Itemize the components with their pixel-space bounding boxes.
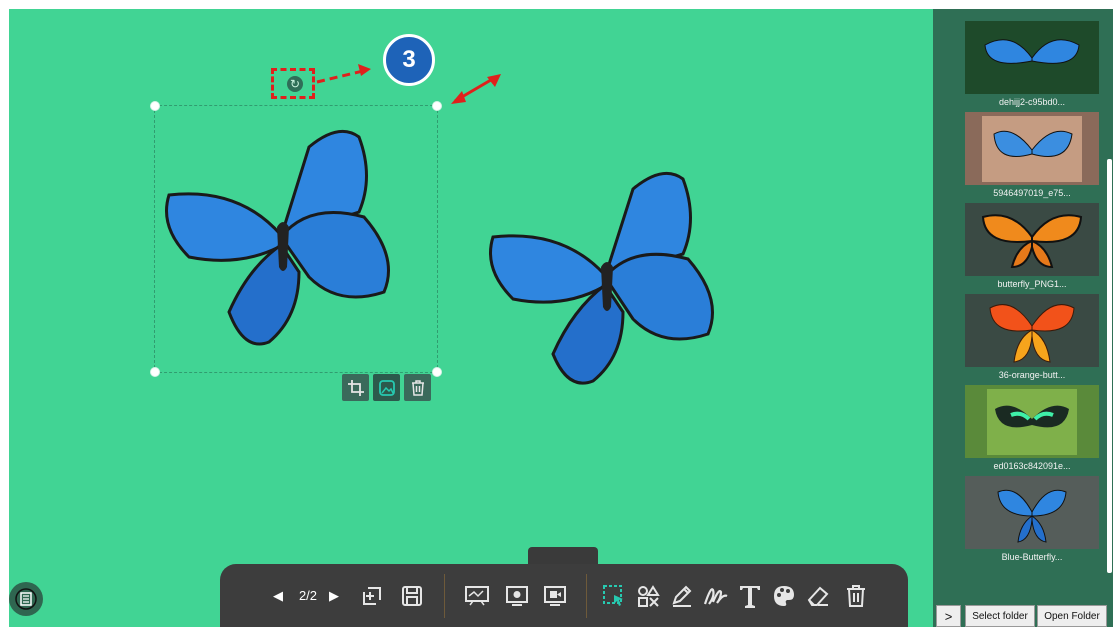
clear-all-button[interactable]	[842, 564, 870, 627]
save-icon	[402, 585, 422, 606]
trash-icon	[411, 379, 424, 396]
thumbnail-label: Blue-Butterfly...	[1001, 552, 1063, 562]
menu-button[interactable]	[9, 582, 43, 616]
thumbnail-label: dehijj2-c95bd0...	[998, 97, 1066, 107]
thumbnail-image	[997, 489, 1067, 543]
thumbnail-label: butterfly_PNG1...	[997, 279, 1067, 289]
crop-button[interactable]	[342, 374, 369, 401]
trash-icon	[847, 584, 865, 607]
crop-icon	[347, 379, 364, 396]
thumbnail-item[interactable]: butterfly_PNG1...	[965, 203, 1099, 289]
video-record-icon	[544, 585, 566, 606]
add-page-icon	[363, 586, 381, 605]
delete-object-button[interactable]	[404, 374, 431, 401]
eraser-tool-button[interactable]	[804, 564, 832, 627]
select-tool-button[interactable]	[600, 564, 628, 627]
thumbnail-image	[989, 303, 1075, 363]
image-library-sidebar: dehijj2-c95bd0... 5946497019_e75... butt…	[933, 9, 1113, 627]
signature-icon	[703, 587, 728, 605]
camera-capture-icon	[506, 585, 528, 606]
thumbnail-label: 36-orange-butt...	[998, 370, 1066, 380]
whiteboard-icon	[465, 585, 489, 605]
sidebar-toggle-icon	[15, 588, 37, 610]
select-icon	[603, 584, 623, 606]
text-icon	[740, 585, 760, 608]
image-edit-button[interactable]	[373, 374, 400, 401]
page-indicator: 2/2	[298, 588, 318, 603]
thumbnail-image	[981, 213, 1083, 268]
pen-icon	[672, 585, 692, 607]
shapes-icon	[638, 584, 660, 607]
thumbnail-item[interactable]: 5946497019_e75...	[965, 112, 1099, 198]
open-folder-button[interactable]: Open Folder	[1037, 605, 1107, 627]
pen-tool-button[interactable]	[668, 564, 696, 627]
sidebar-scrollbar[interactable]	[1107, 159, 1112, 573]
snapshot-button[interactable]	[502, 564, 532, 627]
signature-tool-button[interactable]	[702, 564, 730, 627]
thumbnail-image	[984, 38, 1080, 64]
whiteboard-canvas[interactable]: ↻ 3 ◀ 2/2 ▶	[9, 9, 933, 627]
eraser-icon	[807, 586, 829, 606]
color-tool-button[interactable]	[770, 564, 798, 627]
text-tool-button[interactable]	[736, 564, 764, 627]
thumbnail-label: 5946497019_e75...	[993, 188, 1071, 198]
next-page-button[interactable]: ▶	[326, 564, 342, 627]
whiteboard-button[interactable]	[462, 564, 492, 627]
expand-sidebar-button[interactable]: >	[936, 605, 961, 627]
image-icon	[378, 379, 395, 396]
toolbar-collapse-tab[interactable]	[528, 547, 598, 565]
palette-icon	[774, 585, 794, 606]
thumbnail-item-selected[interactable]: Blue-Butterfly...	[965, 476, 1099, 562]
shapes-tool-button[interactable]	[634, 564, 662, 627]
prev-page-button[interactable]: ◀	[270, 564, 286, 627]
save-button[interactable]	[398, 564, 426, 627]
add-page-button[interactable]	[358, 564, 386, 627]
thumbnail-item[interactable]: dehijj2-c95bd0...	[965, 21, 1099, 107]
thumbnail-image	[982, 115, 1082, 182]
object-toolbar	[342, 374, 431, 402]
record-button[interactable]	[540, 564, 570, 627]
sidebar-footer: > Select folder Open Folder	[933, 605, 1113, 627]
annotation-arrows	[316, 64, 501, 104]
thumbnail-image	[987, 388, 1077, 455]
main-toolbar: ◀ 2/2 ▶	[220, 564, 908, 627]
thumbnail-item[interactable]: 36-orange-butt...	[965, 294, 1099, 380]
select-folder-button[interactable]: Select folder	[965, 605, 1035, 627]
thumbnail-label: ed0163c842091e...	[993, 461, 1071, 471]
thumbnail-item[interactable]: ed0163c842091e...	[965, 385, 1099, 471]
